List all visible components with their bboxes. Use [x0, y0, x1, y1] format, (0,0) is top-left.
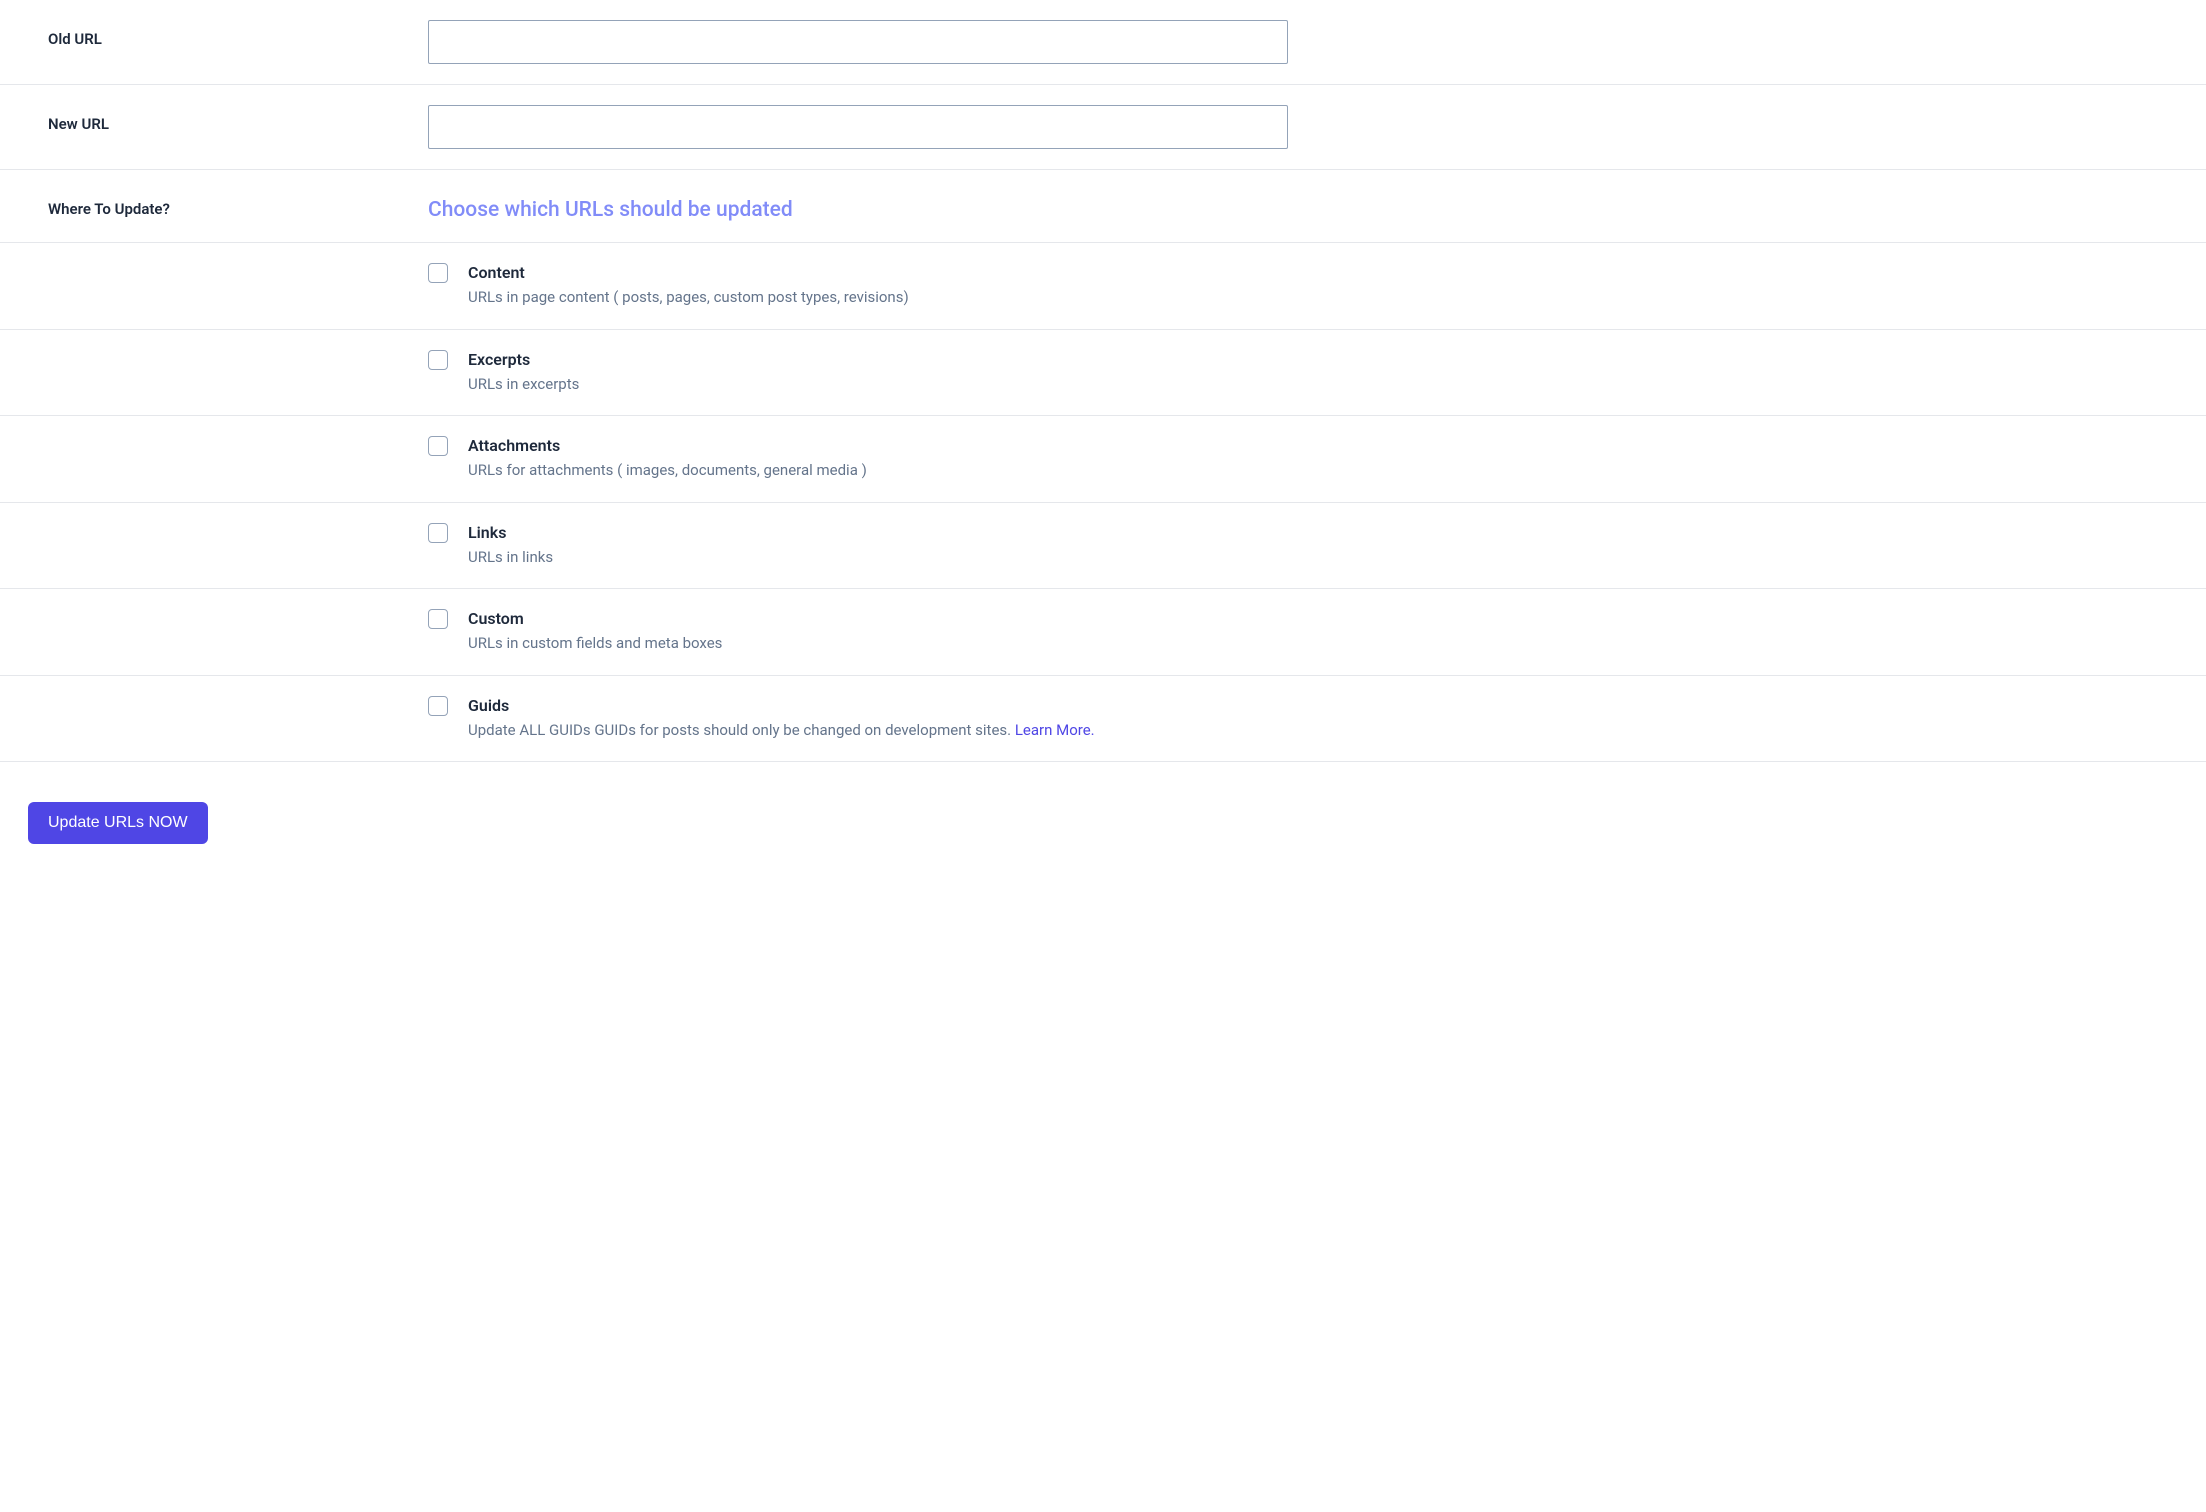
- new-url-row: New URL: [0, 85, 2206, 170]
- option-title-guids: Guids: [468, 696, 2206, 715]
- option-row-excerpts: Excerpts URLs in excerpts: [0, 330, 2206, 417]
- option-desc-text-excerpts: URLs in excerpts: [468, 375, 579, 393]
- option-title-links: Links: [468, 523, 2206, 542]
- option-desc-attachments: URLs for attachments ( images, documents…: [468, 459, 2206, 482]
- update-urls-button[interactable]: Update URLs NOW: [28, 802, 208, 844]
- option-desc-guids: Update ALL GUIDs GUIDs for posts should …: [468, 719, 2206, 742]
- checkbox-wrap-guids: [428, 696, 468, 720]
- option-row-guids: Guids Update ALL GUIDs GUIDs for posts sh…: [0, 676, 2206, 763]
- checkbox-links[interactable]: [428, 523, 448, 543]
- option-row-custom: Custom URLs in custom fields and meta box…: [0, 589, 2206, 676]
- where-label-col: Where To Update?: [48, 190, 428, 218]
- old-url-label: Old URL: [48, 30, 102, 48]
- checkbox-wrap-excerpts: [428, 350, 468, 374]
- learn-more-link[interactable]: Learn More.: [1015, 721, 1095, 739]
- option-row-content: Content URLs in page content ( posts, pag…: [0, 243, 2206, 330]
- checkbox-wrap-attachments: [428, 436, 468, 460]
- old-url-input-col: [428, 20, 2206, 64]
- option-desc-text-attachments: URLs for attachments ( images, documents…: [468, 461, 867, 479]
- old-url-input[interactable]: [428, 20, 1288, 64]
- option-title-content: Content: [468, 263, 2206, 282]
- new-url-input[interactable]: [428, 105, 1288, 149]
- checkbox-excerpts[interactable]: [428, 350, 448, 370]
- option-desc-text-guids: Update ALL GUIDs GUIDs for posts should …: [468, 721, 1015, 739]
- option-text-custom: Custom URLs in custom fields and meta box…: [468, 609, 2206, 655]
- new-url-label: New URL: [48, 115, 109, 133]
- option-desc-text-links: URLs in links: [468, 548, 553, 566]
- option-title-excerpts: Excerpts: [468, 350, 2206, 369]
- checkbox-guids[interactable]: [428, 696, 448, 716]
- option-text-content: Content URLs in page content ( posts, pag…: [468, 263, 2206, 309]
- option-desc-custom: URLs in custom fields and meta boxes: [468, 632, 2206, 655]
- options-container: Content URLs in page content ( posts, pag…: [0, 243, 2206, 762]
- old-url-row: Old URL: [0, 0, 2206, 85]
- where-to-update-row: Where To Update? Choose which URLs shoul…: [0, 170, 2206, 243]
- option-row-links: Links URLs in links: [0, 503, 2206, 590]
- where-heading-col: Choose which URLs should be updated: [428, 190, 2206, 222]
- checkbox-content[interactable]: [428, 263, 448, 283]
- new-url-label-col: New URL: [48, 105, 428, 133]
- form-container: Old URL New URL Where To Update? Choose …: [0, 0, 2206, 884]
- new-url-input-col: [428, 105, 2206, 149]
- option-row-attachments: Attachments URLs for attachments ( images…: [0, 416, 2206, 503]
- option-text-attachments: Attachments URLs for attachments ( images…: [468, 436, 2206, 482]
- checkbox-wrap-links: [428, 523, 468, 547]
- option-desc-text-custom: URLs in custom fields and meta boxes: [468, 634, 722, 652]
- checkbox-wrap-custom: [428, 609, 468, 633]
- where-section-heading: Choose which URLs should be updated: [428, 190, 2166, 222]
- checkbox-custom[interactable]: [428, 609, 448, 629]
- checkbox-attachments[interactable]: [428, 436, 448, 456]
- old-url-label-col: Old URL: [48, 20, 428, 48]
- option-title-custom: Custom: [468, 609, 2206, 628]
- option-desc-content: URLs in page content ( posts, pages, cus…: [468, 286, 2206, 309]
- where-to-update-label: Where To Update?: [48, 200, 170, 218]
- option-desc-text-content: URLs in page content ( posts, pages, cus…: [468, 288, 909, 306]
- option-text-excerpts: Excerpts URLs in excerpts: [468, 350, 2206, 396]
- option-title-attachments: Attachments: [468, 436, 2206, 455]
- option-text-links: Links URLs in links: [468, 523, 2206, 569]
- option-text-guids: Guids Update ALL GUIDs GUIDs for posts sh…: [468, 696, 2206, 742]
- submit-row: Update URLs NOW: [0, 762, 2206, 884]
- option-desc-excerpts: URLs in excerpts: [468, 373, 2206, 396]
- option-desc-links: URLs in links: [468, 546, 2206, 569]
- checkbox-wrap-content: [428, 263, 468, 287]
